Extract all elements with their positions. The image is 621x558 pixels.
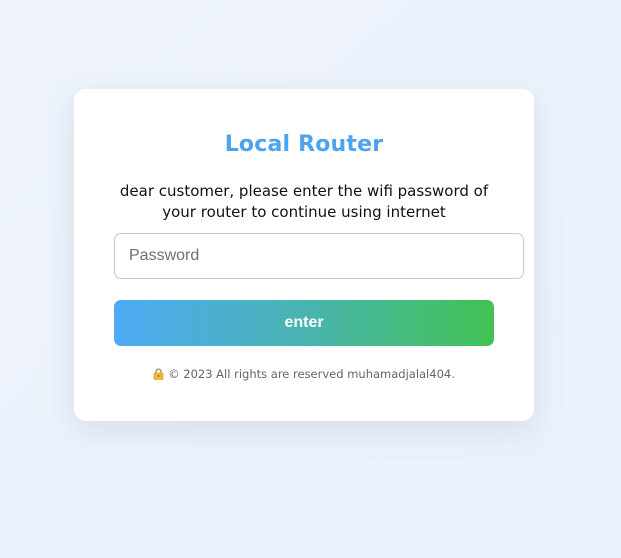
page-title: Local Router [224, 132, 384, 157]
login-card: Local Router dear customer, please enter… [74, 89, 534, 421]
footer: © 2023 All rights are reserved muhamadja… [74, 367, 534, 383]
lock-icon [153, 368, 164, 383]
enter-button[interactable]: enter [114, 300, 494, 346]
copyright-text: © 2023 All rights are reserved muhamadja… [168, 367, 455, 381]
password-input[interactable] [114, 233, 524, 279]
instruction-text: dear customer, please enter the wifi pas… [119, 182, 489, 221]
